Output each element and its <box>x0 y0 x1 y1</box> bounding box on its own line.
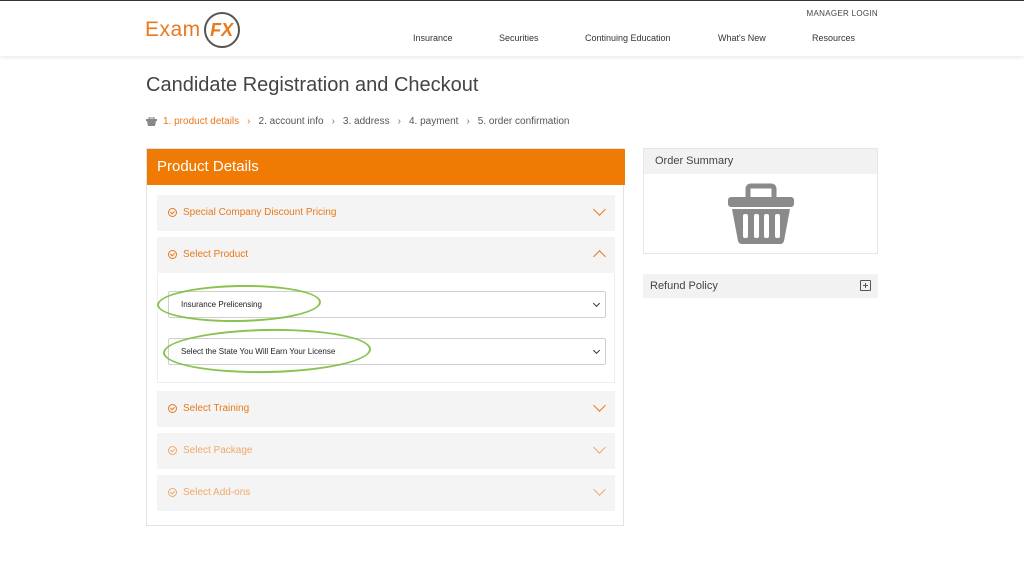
refund-policy-label: Refund Policy <box>650 280 718 292</box>
accordion-select-package[interactable]: Select Package <box>157 433 615 469</box>
step-order-confirmation: 5. order confirmation <box>477 116 570 127</box>
product-details-heading: Product Details <box>147 149 625 185</box>
order-summary-panel: Order Summary <box>643 148 878 254</box>
step-product-details: 1. product details <box>163 116 240 127</box>
nav-whats-new[interactable]: What's New <box>718 33 766 43</box>
check-circle-icon <box>168 208 177 217</box>
chevron-up-icon[interactable] <box>593 250 606 263</box>
check-circle-icon <box>168 446 177 455</box>
accordion-select-training[interactable]: Select Training <box>157 391 615 427</box>
plus-square-icon[interactable] <box>860 280 871 291</box>
logo-text-exam: Exam <box>145 18 201 41</box>
manager-login-link[interactable]: MANAGER LOGIN <box>807 9 878 18</box>
basket-icon <box>146 117 157 126</box>
select-product-body: Insurance Prelicensing Select the State … <box>157 273 615 383</box>
chevron-down-icon[interactable] <box>593 483 606 496</box>
accordion-label: Special Company Discount Pricing <box>183 207 337 218</box>
product-details-panel: Product Details Special Company Discount… <box>146 148 625 526</box>
order-summary-heading: Order Summary <box>644 149 877 174</box>
page-title: Candidate Registration and Checkout <box>146 74 479 96</box>
step-separator: › <box>247 116 251 127</box>
chevron-down-icon <box>592 346 601 355</box>
accordion-label: Select Product <box>183 249 249 260</box>
logo-fx-circle: FX <box>203 12 240 48</box>
chevron-down-icon[interactable] <box>593 441 606 454</box>
accordion-special-company-discount[interactable]: Special Company Discount Pricing <box>157 195 615 231</box>
chevron-down-icon[interactable] <box>593 399 606 412</box>
accordion-select-addons[interactable]: Select Add-ons <box>157 475 615 511</box>
nav-continuing-education[interactable]: Continuing Education <box>585 33 671 43</box>
state-select-value: Select the State You Will Earn Your Lice… <box>181 347 336 356</box>
step-address: 3. address <box>342 116 390 127</box>
check-circle-icon <box>168 404 177 413</box>
step-separator: › <box>466 116 470 127</box>
check-circle-icon <box>168 488 177 497</box>
accordion-select-product[interactable]: Select Product <box>157 237 615 273</box>
nav-insurance[interactable]: Insurance <box>413 33 453 43</box>
refund-policy-toggle[interactable]: Refund Policy <box>643 274 878 298</box>
check-circle-icon <box>168 250 177 259</box>
step-payment: 4. payment <box>408 116 459 127</box>
state-select[interactable]: Select the State You Will Earn Your Lice… <box>168 338 606 365</box>
accordion-label: Select Package <box>183 445 253 456</box>
product-select[interactable]: Insurance Prelicensing <box>168 291 606 318</box>
basket-icon <box>728 183 794 244</box>
step-separator: › <box>331 116 335 127</box>
nav-securities[interactable]: Securities <box>499 33 539 43</box>
product-select-value: Insurance Prelicensing <box>181 300 262 309</box>
accordion-label: Select Add-ons <box>183 487 251 498</box>
chevron-down-icon[interactable] <box>593 203 606 216</box>
step-separator: › <box>397 116 401 127</box>
accordion-label: Select Training <box>183 403 250 414</box>
checkout-steps: 1. product details › 2. account info › 3… <box>146 116 570 127</box>
site-header: Exam FX MANAGER LOGIN Insurance Securiti… <box>0 0 1024 56</box>
chevron-down-icon <box>592 299 601 308</box>
step-account-info: 2. account info <box>258 116 324 127</box>
examfx-logo[interactable]: Exam FX <box>145 11 240 49</box>
nav-resources[interactable]: Resources <box>812 33 855 43</box>
